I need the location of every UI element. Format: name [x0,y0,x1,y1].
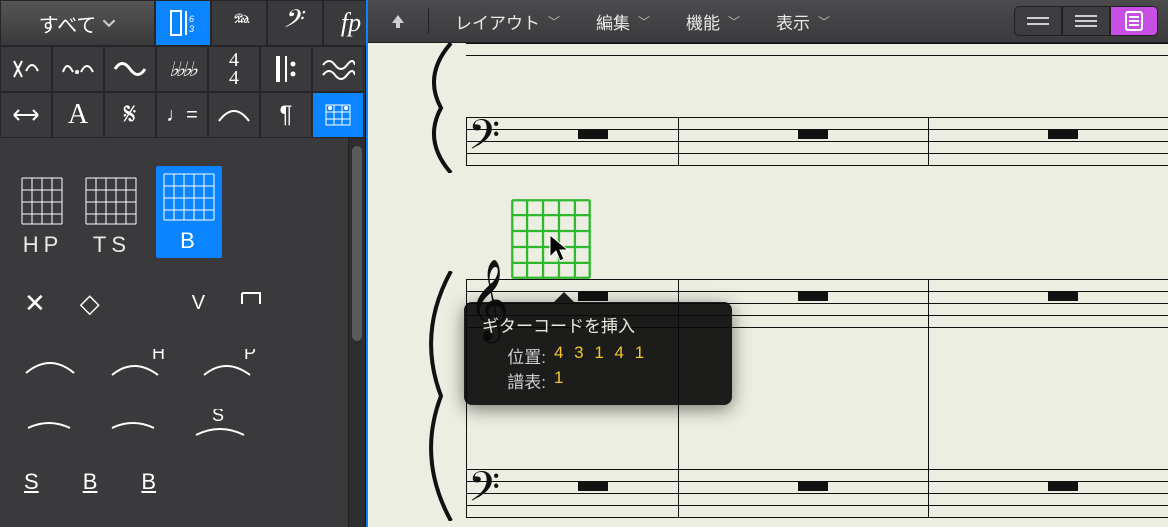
menu-layout-label: レイアウト [455,9,540,34]
chord-grid-tile-row: H P T S [18,166,330,258]
ornament2-icon[interactable] [52,46,104,92]
chevron-down-icon: ﹀ [638,13,650,30]
palette-toolbar-row-3: A 𝄋 ♩= ¶ [0,92,365,138]
whole-rest-icon [578,129,608,139]
bottom-label-row: S B B [18,469,330,495]
hierarchy-up-button[interactable] [378,6,418,36]
chord-grid-tile-b[interactable]: B [156,166,222,258]
palette-body: H P T S [0,138,348,527]
whole-rest-icon [798,129,828,139]
slur-p-icon[interactable]: P [202,349,260,379]
label-s[interactable]: S [24,469,39,495]
double-arrow-icon[interactable] [0,92,52,138]
menu-view[interactable]: 表示 ﹀ [760,7,842,35]
ornament3-icon[interactable] [104,46,156,92]
chord-tile-label: H P [23,232,62,258]
label-b2[interactable]: B [141,469,156,495]
chevron-down-icon: ﹀ [818,13,830,30]
menu-edit[interactable]: 編集 ﹀ [580,7,662,35]
tooltip-title: ギターコードを挿入 [482,312,714,337]
tooltip-position-value: 4 3 1 4 1 [554,343,647,368]
bass-clef-icon: 𝄢 [468,463,500,522]
tooltip-position-label: 位置: [482,343,546,368]
text-A-icon[interactable]: A [52,92,104,138]
svg-text:𝄢: 𝄢 [282,8,306,38]
svg-text:S: S [212,409,224,425]
svg-text:6: 6 [189,14,194,24]
note-equals-icon[interactable]: ♩= [156,92,208,138]
view-wrap-button[interactable] [1062,6,1110,36]
wave-icon[interactable] [312,46,364,92]
dragging-chord-grid[interactable] [510,198,592,280]
slur-row-1: H P [18,349,330,379]
whole-rest-icon [578,291,608,301]
tooltip-staff-value: 1 [554,368,566,393]
svg-text:H: H [152,349,165,363]
palette-category-all[interactable]: すべて [0,0,155,46]
palette-toolbar-row-2: ♭♭♭♭ 44 [0,46,365,92]
pedal-icon[interactable]: 𝆮 [211,0,267,46]
slur-row-2: S [18,409,330,439]
slur-plain-icon[interactable] [24,351,76,377]
slur-h-icon[interactable]: H [110,349,168,379]
tie-s-icon[interactable]: S [192,409,248,439]
bass-clef-icon[interactable]: 𝄢 [267,0,323,46]
view-page-button[interactable] [1110,6,1158,36]
label-b1[interactable]: B [83,469,98,495]
downbow-icon[interactable]: V [192,292,205,315]
tie-icon-1[interactable] [24,414,74,434]
view-mode-segmented [1014,6,1158,36]
menu-function-label: 機能 [686,9,720,34]
menu-edit-label: 編集 [596,9,630,34]
symbol-row-1: ✕ ◇ V [18,288,330,319]
chord-tile-label: B [180,228,198,254]
menu-function[interactable]: 機能 ﹀ [670,7,752,35]
svg-text:P: P [244,349,256,363]
view-linear-button[interactable] [1014,6,1062,36]
x-icon[interactable]: ✕ [24,288,46,319]
menu-view-label: 表示 [776,9,810,34]
part-box-icon[interactable]: 63 [155,0,211,46]
upbow-icon[interactable] [239,288,263,319]
staff-bass-2: 𝄢 [408,469,1168,527]
chord-grid-tile-hp[interactable]: H P [18,174,66,258]
score-toolbar: レイアウト ﹀ 編集 ﹀ 機能 ﹀ 表示 ﹀ [368,0,1168,43]
pilcrow-icon[interactable]: ¶ [260,92,312,138]
whole-rest-icon [1048,291,1078,301]
svg-text:3: 3 [189,24,194,34]
bass-clef-icon: 𝄢 [468,111,500,170]
staff-treble-partial [408,43,1168,63]
score-viewport[interactable]: 𝄢 [368,43,1168,527]
symbol-palette-panel: すべて 63 𝆮 𝄢 fp [0,0,366,527]
chord-grid-icon[interactable] [312,92,364,138]
palette-scrollbar[interactable] [348,138,365,527]
palette-toolbar-row-1: すべて 63 𝆮 𝄢 fp [0,0,365,46]
slur-icon[interactable] [208,92,260,138]
flats-icon[interactable]: ♭♭♭♭ [156,46,208,92]
toolbar-divider [428,8,429,34]
insert-chord-tooltip: ギターコードを挿入 位置: 4 3 1 4 1 譜表: 1 [464,302,732,405]
repeat-icon[interactable] [260,46,312,92]
diamond-icon[interactable]: ◇ [80,288,100,319]
tooltip-staff-label: 譜表: [482,368,546,393]
time-sig-icon[interactable]: 44 [208,46,260,92]
palette-category-all-label: すべて [39,9,97,38]
chevron-down-icon: ﹀ [548,13,560,30]
ornament1-icon[interactable] [0,46,52,92]
tie-icon-2[interactable] [108,414,158,434]
palette-scrollbar-thumb[interactable] [352,146,362,341]
chord-grid-tile-ts[interactable]: T S [82,174,140,258]
staff-bass-1: 𝄢 [408,117,1168,175]
chevron-down-icon: ﹀ [728,13,740,30]
whole-rest-icon [578,481,608,491]
whole-rest-icon [798,481,828,491]
score-area: レイアウト ﹀ 編集 ﹀ 機能 ﹀ 表示 ﹀ [366,0,1168,527]
whole-rest-icon [798,291,828,301]
chord-tile-label: T S [93,232,129,258]
whole-rest-icon [1048,129,1078,139]
menu-layout[interactable]: レイアウト ﹀ [439,7,572,35]
whole-rest-icon [1048,481,1078,491]
segno-icon[interactable]: 𝄋 [104,92,156,138]
